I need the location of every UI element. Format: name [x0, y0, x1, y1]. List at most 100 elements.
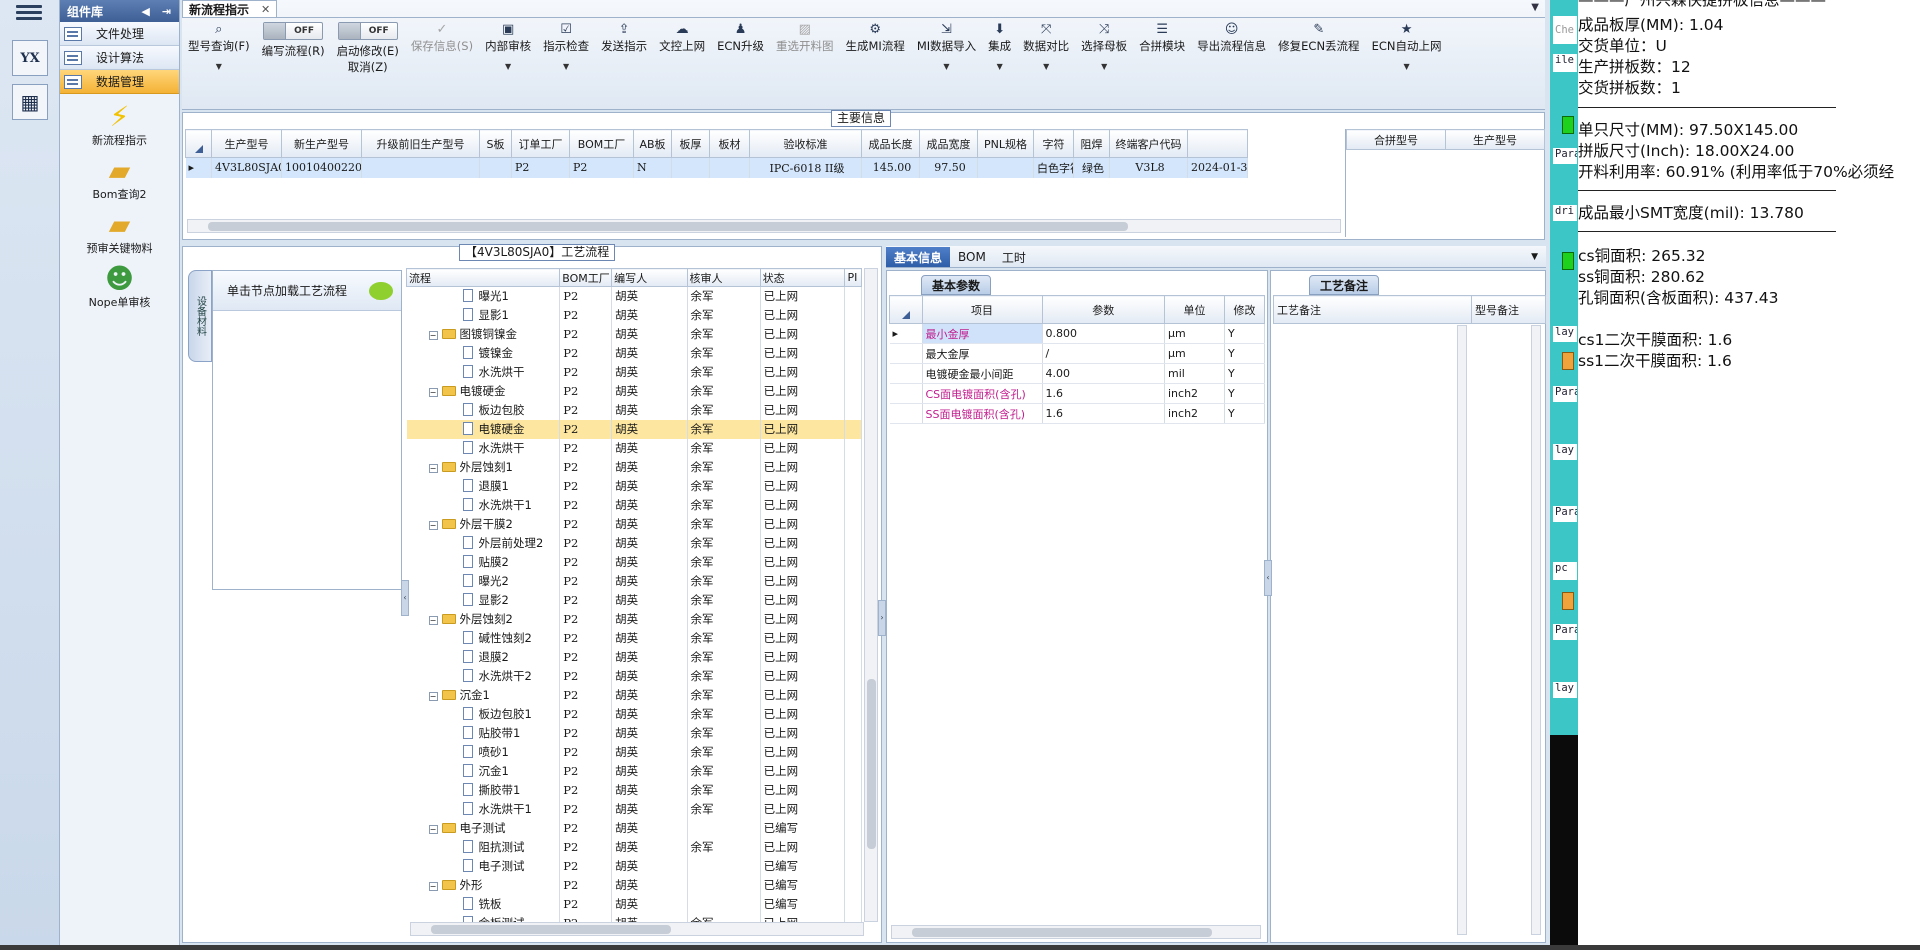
chevron-down-icon[interactable]: ▼ — [997, 62, 1003, 71]
param-hscroll[interactable] — [891, 925, 1261, 939]
collapse-icon[interactable]: − — [428, 331, 438, 340]
tree-node[interactable]: − 沉金1 — [406, 685, 561, 705]
tree-row[interactable]: 水洗烘干 P2 胡英 余军 已上网 — [406, 362, 862, 382]
param-row[interactable]: SS面电镀面积(含孔) 1.6 inch2 Y — [889, 403, 1265, 424]
tree-row[interactable]: 铣板 P2 胡英 已编写 — [406, 894, 862, 914]
param-row[interactable]: ▸ 最小金厚 0.800 μm Y — [889, 323, 1265, 344]
main-cell[interactable]: P2 — [511, 157, 570, 178]
remarks-vscroll-2[interactable] — [1531, 325, 1541, 935]
toolbar-item-11[interactable]: ⇲ MI数据导入 ▼ — [911, 22, 982, 75]
tree-row[interactable]: 电子测试 P2 胡英 已编写 — [406, 856, 862, 876]
main-cell[interactable]: N — [633, 157, 672, 178]
toolbar-item-13[interactable]: ⤧ 数据对比 ▼ — [1017, 22, 1075, 75]
col-production-model[interactable]: 生产型号 — [1445, 129, 1545, 150]
tab-basic-info[interactable]: 基本信息 — [886, 247, 951, 267]
tree-row[interactable]: 镀镍金 P2 胡英 余军 已上网 — [406, 343, 862, 363]
vtab-equipment-materials[interactable]: 设备材料 — [188, 270, 212, 362]
tree-node[interactable]: − 图镀铜镍金 — [406, 324, 561, 344]
tree-node[interactable]: 退膜2 — [406, 647, 561, 667]
toolbar-item-16[interactable]: ☺ 导出流程信息 — [1191, 22, 1272, 75]
main-cell[interactable] — [709, 157, 750, 178]
chevron-down-icon[interactable]: ▼ — [1531, 2, 1539, 13]
collapse-left-icon[interactable]: ◀ — [141, 5, 149, 18]
tree-node[interactable]: 水洗烘干 — [406, 438, 561, 458]
toolbar-item-4[interactable]: ▣ 内部审核 ▼ — [479, 22, 537, 75]
component-pre-review[interactable]: ▰ 预审关键物料 — [60, 210, 179, 256]
toolbar-item-0[interactable]: ⌕ 型号查询(F) ▼ — [182, 22, 256, 75]
collapse-icon[interactable]: − — [428, 692, 438, 701]
tree-row[interactable]: 显影2 P2 胡英 余军 已上网 — [406, 590, 862, 610]
toggle-switch[interactable]: OFF — [263, 22, 324, 40]
table-row[interactable]: ▸4V3L80SJA010010400220449P2P2NIPC-6018 I… — [185, 157, 1248, 178]
toolbar-item-17[interactable]: ✎ 修复ECN丢流程 — [1272, 22, 1365, 75]
grid-corner[interactable] — [185, 129, 212, 158]
tree-node[interactable]: − 外层干膜2 — [406, 514, 561, 534]
main-col-header[interactable]: AB板 — [633, 129, 672, 158]
param-item[interactable]: SS面电镀面积(含孔) — [922, 403, 1043, 424]
tree-node[interactable]: 阻抗测试 — [406, 837, 561, 857]
tree-node[interactable]: 电子测试 — [406, 856, 561, 876]
toolbar-item-2[interactable]: OFF 启动修改(E) 取消(Z) — [331, 22, 405, 75]
tree-node[interactable]: 水洗烘干2 — [406, 666, 561, 686]
collapse-icon[interactable]: − — [428, 521, 438, 530]
param-item[interactable]: 最小金厚 — [922, 323, 1043, 344]
tree-row[interactable]: 外层前处理2 P2 胡英 余军 已上网 — [406, 533, 862, 553]
component-bom-query[interactable]: ▰ Bom查询2 — [60, 156, 179, 202]
chevron-down-icon[interactable]: ▼ — [216, 62, 222, 71]
tree-row[interactable]: − 图镀铜镍金 P2 胡英 余军 已上网 — [406, 324, 862, 344]
main-cell[interactable]: 2024-01-31 — [1187, 157, 1248, 178]
toolbar-item-5[interactable]: ☑ 指示检查 ▼ — [537, 22, 595, 75]
chevron-down-icon[interactable]: ▼ — [943, 62, 949, 71]
component-nope-review[interactable]: ☻ Nope单审核 — [60, 264, 179, 310]
tree-node[interactable]: 镀镍金 — [406, 343, 561, 363]
tree-row[interactable]: − 沉金1 P2 胡英 余军 已上网 — [406, 685, 862, 705]
flow-col-header[interactable]: 状态 — [759, 268, 846, 287]
tree-node[interactable]: 碱性蚀刻2 — [406, 628, 561, 648]
param-value[interactable]: 1.6 — [1042, 403, 1165, 424]
tab-bom[interactable]: BOM — [950, 247, 994, 267]
main-cell[interactable]: P2 — [569, 157, 634, 178]
tree-row[interactable]: 水洗烘干 P2 胡英 余军 已上网 — [406, 438, 862, 458]
tree-row[interactable]: 碱性蚀刻2 P2 胡英 余军 已上网 — [406, 628, 862, 648]
param-col-header[interactable]: 修改 — [1224, 295, 1265, 324]
main-cell[interactable]: 10010400220449 — [281, 157, 362, 178]
main-cell[interactable]: 白色字符 — [1033, 157, 1074, 178]
tree-row[interactable]: 水洗烘干1 P2 胡英 余军 已上网 — [406, 495, 862, 515]
collapse-icon[interactable]: − — [428, 464, 438, 473]
tree-row[interactable]: − 电子测试 P2 胡英 已编写 — [406, 818, 862, 838]
tree-node[interactable]: − 外层蚀刻2 — [406, 609, 561, 629]
menu-icon[interactable] — [16, 2, 42, 24]
main-cell[interactable] — [479, 157, 512, 178]
param-col-header[interactable]: 参数 — [1041, 295, 1165, 324]
tree-node[interactable]: − 电镀硬金 — [406, 381, 561, 401]
flow-col-header[interactable]: 流程 — [406, 268, 561, 287]
toolbar-item-12[interactable]: ⬇ 集成 ▼ — [982, 22, 1017, 75]
tree-node[interactable]: − 外层蚀刻1 — [406, 457, 561, 477]
tree-row[interactable]: 水洗烘干1 P2 胡英 余军 已上网 — [406, 799, 862, 819]
tree-node[interactable]: 显影2 — [406, 590, 561, 610]
main-cell[interactable]: 绿色 — [1073, 157, 1110, 178]
tree-node[interactable]: 撕胶带1 — [406, 780, 561, 800]
tree-row[interactable]: − 外层蚀刻1 P2 胡英 余军 已上网 — [406, 457, 862, 477]
tree-row[interactable]: 电镀硬金 P2 胡英 余军 已上网 — [406, 419, 862, 439]
main-col-header[interactable]: 新生产型号 — [281, 129, 362, 158]
subtab-basic-params[interactable]: 基本参数 — [921, 275, 992, 295]
param-col-header[interactable]: 项目 — [921, 295, 1043, 324]
collapse-icon[interactable]: − — [428, 388, 438, 397]
pin-icon[interactable]: ⇥ — [162, 5, 171, 18]
main-cell[interactable]: 145.00 — [861, 157, 920, 178]
tree-row[interactable]: − 外层蚀刻2 P2 胡英 余军 已上网 — [406, 609, 862, 629]
main-cell[interactable]: IPC-6018 II级 — [749, 157, 862, 178]
tree-row[interactable]: 贴胶带1 P2 胡英 余军 已上网 — [406, 723, 862, 743]
flow-col-header[interactable]: 核审人 — [686, 268, 761, 287]
main-col-header[interactable]: S板 — [479, 129, 512, 158]
main-col-header[interactable]: 字符 — [1033, 129, 1074, 158]
tree-node[interactable]: 板边包胶 — [406, 400, 561, 420]
component-new-flow[interactable]: ⚡ 新流程指示 — [60, 102, 179, 148]
toolbar-item-18[interactable]: ★ ECN自动上网 ▼ — [1366, 22, 1448, 75]
chevron-down-icon[interactable]: ▼ — [1101, 62, 1107, 71]
toolbar-item-9[interactable]: ▨ 重选开料图 — [770, 22, 840, 75]
col-merge-model[interactable]: 合拼型号 — [1346, 129, 1446, 150]
tree-row[interactable]: 撕胶带1 P2 胡英 余军 已上网 — [406, 780, 862, 800]
tree-row[interactable]: 金板测试P2胡英余军已上网 — [406, 913, 862, 922]
